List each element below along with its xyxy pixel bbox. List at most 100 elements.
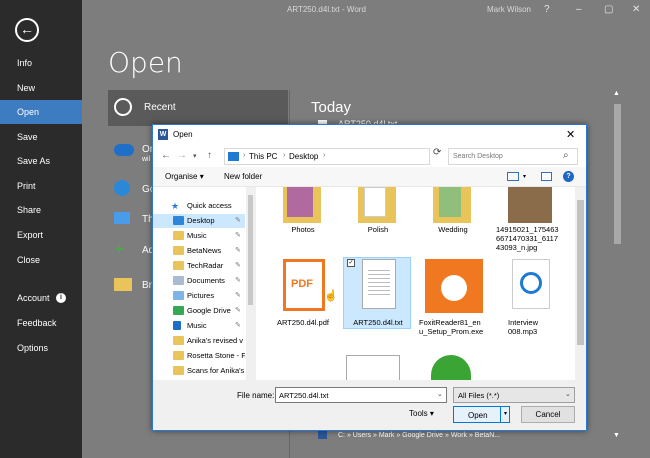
chevron-down-icon[interactable]: ⌄ (565, 390, 571, 398)
backstage-sidebar: ← Info New Open Save Save As Print Share… (0, 0, 82, 458)
scroll-up-icon[interactable]: ▲ (613, 90, 620, 97)
minimize-button[interactable]: – (576, 4, 582, 15)
file-item[interactable]: PDF ART250.d4l.pdf (269, 259, 337, 380)
tree-google-drive[interactable]: Google Drive ✎ (153, 304, 245, 318)
foxit-icon (425, 259, 483, 313)
back-button[interactable]: ← (15, 18, 39, 42)
tree-scrollbar-thumb[interactable] (248, 195, 253, 305)
pin-icon: ✎ (235, 232, 241, 239)
view-options-icon[interactable] (507, 172, 519, 181)
open-button[interactable]: Open ▾ (453, 406, 510, 423)
up-arrow-icon[interactable]: ↑ (207, 150, 212, 161)
path-box[interactable]: › This PC › Desktop › ⌄ (224, 148, 493, 165)
file-list: Photos Polish Wedding 14915021_175463 66… (256, 187, 575, 380)
desktop-icon (173, 216, 184, 225)
refresh-icon[interactable]: ⟳ (433, 147, 441, 158)
address-bar: ← → ▾ ↑ › This PC › Desktop › ⌄ ⟳ Search… (153, 145, 586, 167)
nav-share[interactable]: Share (0, 198, 82, 222)
file-name-value: ART250.d4l.txt (279, 391, 329, 400)
open-button-label: Open (468, 411, 488, 420)
open-options-dropdown[interactable]: ▾ (500, 407, 510, 422)
nav-save-as[interactable]: Save As (0, 149, 82, 173)
text-lines (368, 270, 390, 298)
back-arrow-icon[interactable]: ← (161, 150, 171, 161)
chevron-down-icon[interactable]: ▾ (523, 173, 526, 180)
tree-music[interactable]: Music ✎ (153, 229, 245, 243)
chevron-right-icon: › (283, 152, 286, 159)
recent-locations-icon[interactable]: ▾ (193, 152, 197, 160)
search-input[interactable]: Search Desktop ⌕ (448, 148, 578, 165)
folder-icon (173, 336, 184, 345)
pc-icon (114, 212, 130, 224)
file-name: Polish (367, 225, 389, 234)
cancel-button-label: Cancel (535, 410, 561, 419)
google-drive-icon (173, 306, 184, 315)
file-type-select[interactable]: All Files (*.*) ⌄ (453, 387, 575, 403)
add-place-icon: + (114, 239, 125, 259)
dialog-close-button[interactable]: ✕ (566, 128, 575, 141)
help-icon[interactable]: ? (563, 171, 574, 182)
place-browse[interactable]: Br (142, 280, 152, 291)
tree-desktop[interactable]: Desktop ✎ (153, 214, 245, 228)
file-name: Photos (291, 225, 315, 234)
place-recent[interactable]: Recent (108, 90, 288, 126)
chevron-down-icon[interactable]: ⌄ (437, 390, 443, 398)
page-thumbnail (364, 187, 386, 217)
photo-thumbnail (508, 187, 552, 223)
nav-options[interactable]: Options (0, 336, 82, 360)
restore-button[interactable]: ▢ (604, 4, 613, 15)
pdf-icon: PDF (283, 259, 325, 311)
title-bar: ART250.d4l.txt - Word Mark Wilson ? – ▢ … (82, 0, 650, 22)
file-name: 14915021_175463 6671470331_6117 43093_n.… (496, 225, 559, 252)
tree-documents[interactable]: Documents ✎ (153, 274, 245, 288)
tree-techradar[interactable]: TechRadar ✎ (153, 259, 245, 273)
cancel-button[interactable]: Cancel (521, 406, 575, 423)
help-button[interactable]: ? (544, 4, 550, 15)
crumb-desktop[interactable]: Desktop (289, 152, 318, 161)
search-icon[interactable]: ⌕ (563, 150, 569, 161)
folder-icon (173, 246, 184, 255)
mouse-cursor-icon: ☝ (324, 290, 338, 302)
pin-icon: ✎ (235, 277, 241, 284)
file-name: Interview 008.mp3 (508, 318, 539, 336)
user-name[interactable]: Mark Wilson (487, 5, 531, 14)
tools-button[interactable]: Tools ▾ (409, 409, 434, 418)
tree-quick-access[interactable]: ★ Quick access (153, 199, 245, 213)
new-folder-button[interactable]: New folder (224, 172, 262, 181)
preview-pane-icon[interactable] (541, 172, 552, 181)
command-bar: Organise ▾ New folder ▾ ? (153, 167, 586, 187)
nav-save[interactable]: Save (0, 125, 82, 149)
file-name-input[interactable]: ART250.d4l.txt ⌄ (275, 387, 447, 403)
tree-anika-revised[interactable]: Anika's revised v (153, 334, 245, 348)
place-recent-label: Recent (144, 102, 176, 113)
navigation-pane: ★ Quick access Desktop ✎ Music ✎ BetaNews ✎ … (153, 187, 255, 380)
nav-feedback[interactable]: Feedback (0, 311, 82, 335)
crumb-this-pc[interactable]: This PC (249, 152, 277, 161)
tree-rosetta-stone[interactable]: Rosetta Stone - F (153, 349, 245, 363)
nav-close[interactable]: Close (0, 248, 82, 272)
globe-icon (114, 180, 130, 196)
nav-export[interactable]: Export (0, 223, 82, 247)
tree-pictures[interactable]: Pictures ✎ (153, 289, 245, 303)
tree-scans-for-anika[interactable]: Scans for Anika's (153, 364, 245, 378)
search-placeholder: Search Desktop (453, 153, 503, 160)
tree-betanews[interactable]: BetaNews ✎ (153, 244, 245, 258)
close-button[interactable]: ✕ (632, 4, 640, 15)
file-scrollbar-thumb[interactable] (577, 200, 584, 345)
scrollbar[interactable] (614, 104, 621, 244)
text-file-icon (362, 259, 396, 309)
forward-arrow-icon[interactable]: → (177, 150, 187, 161)
tree-music-2[interactable]: Music ✎ (153, 319, 245, 333)
nav-print[interactable]: Print (0, 174, 82, 198)
organise-button[interactable]: Organise ▾ (165, 172, 204, 181)
dialog-title: Open (173, 130, 193, 139)
nav-open[interactable]: Open (0, 100, 82, 124)
scroll-down-icon[interactable]: ▼ (613, 432, 620, 439)
file-item[interactable]: Interview 008.mp3 (496, 259, 564, 380)
nav-info[interactable]: Info (0, 51, 82, 75)
folder-icon (173, 366, 184, 375)
document-thumbnail[interactable] (346, 355, 400, 380)
file-name: FoxitReader81_en u_Setup_Prom.exe (419, 318, 484, 336)
nav-new[interactable]: New (0, 76, 82, 100)
nav-account[interactable]: Account (0, 286, 82, 310)
